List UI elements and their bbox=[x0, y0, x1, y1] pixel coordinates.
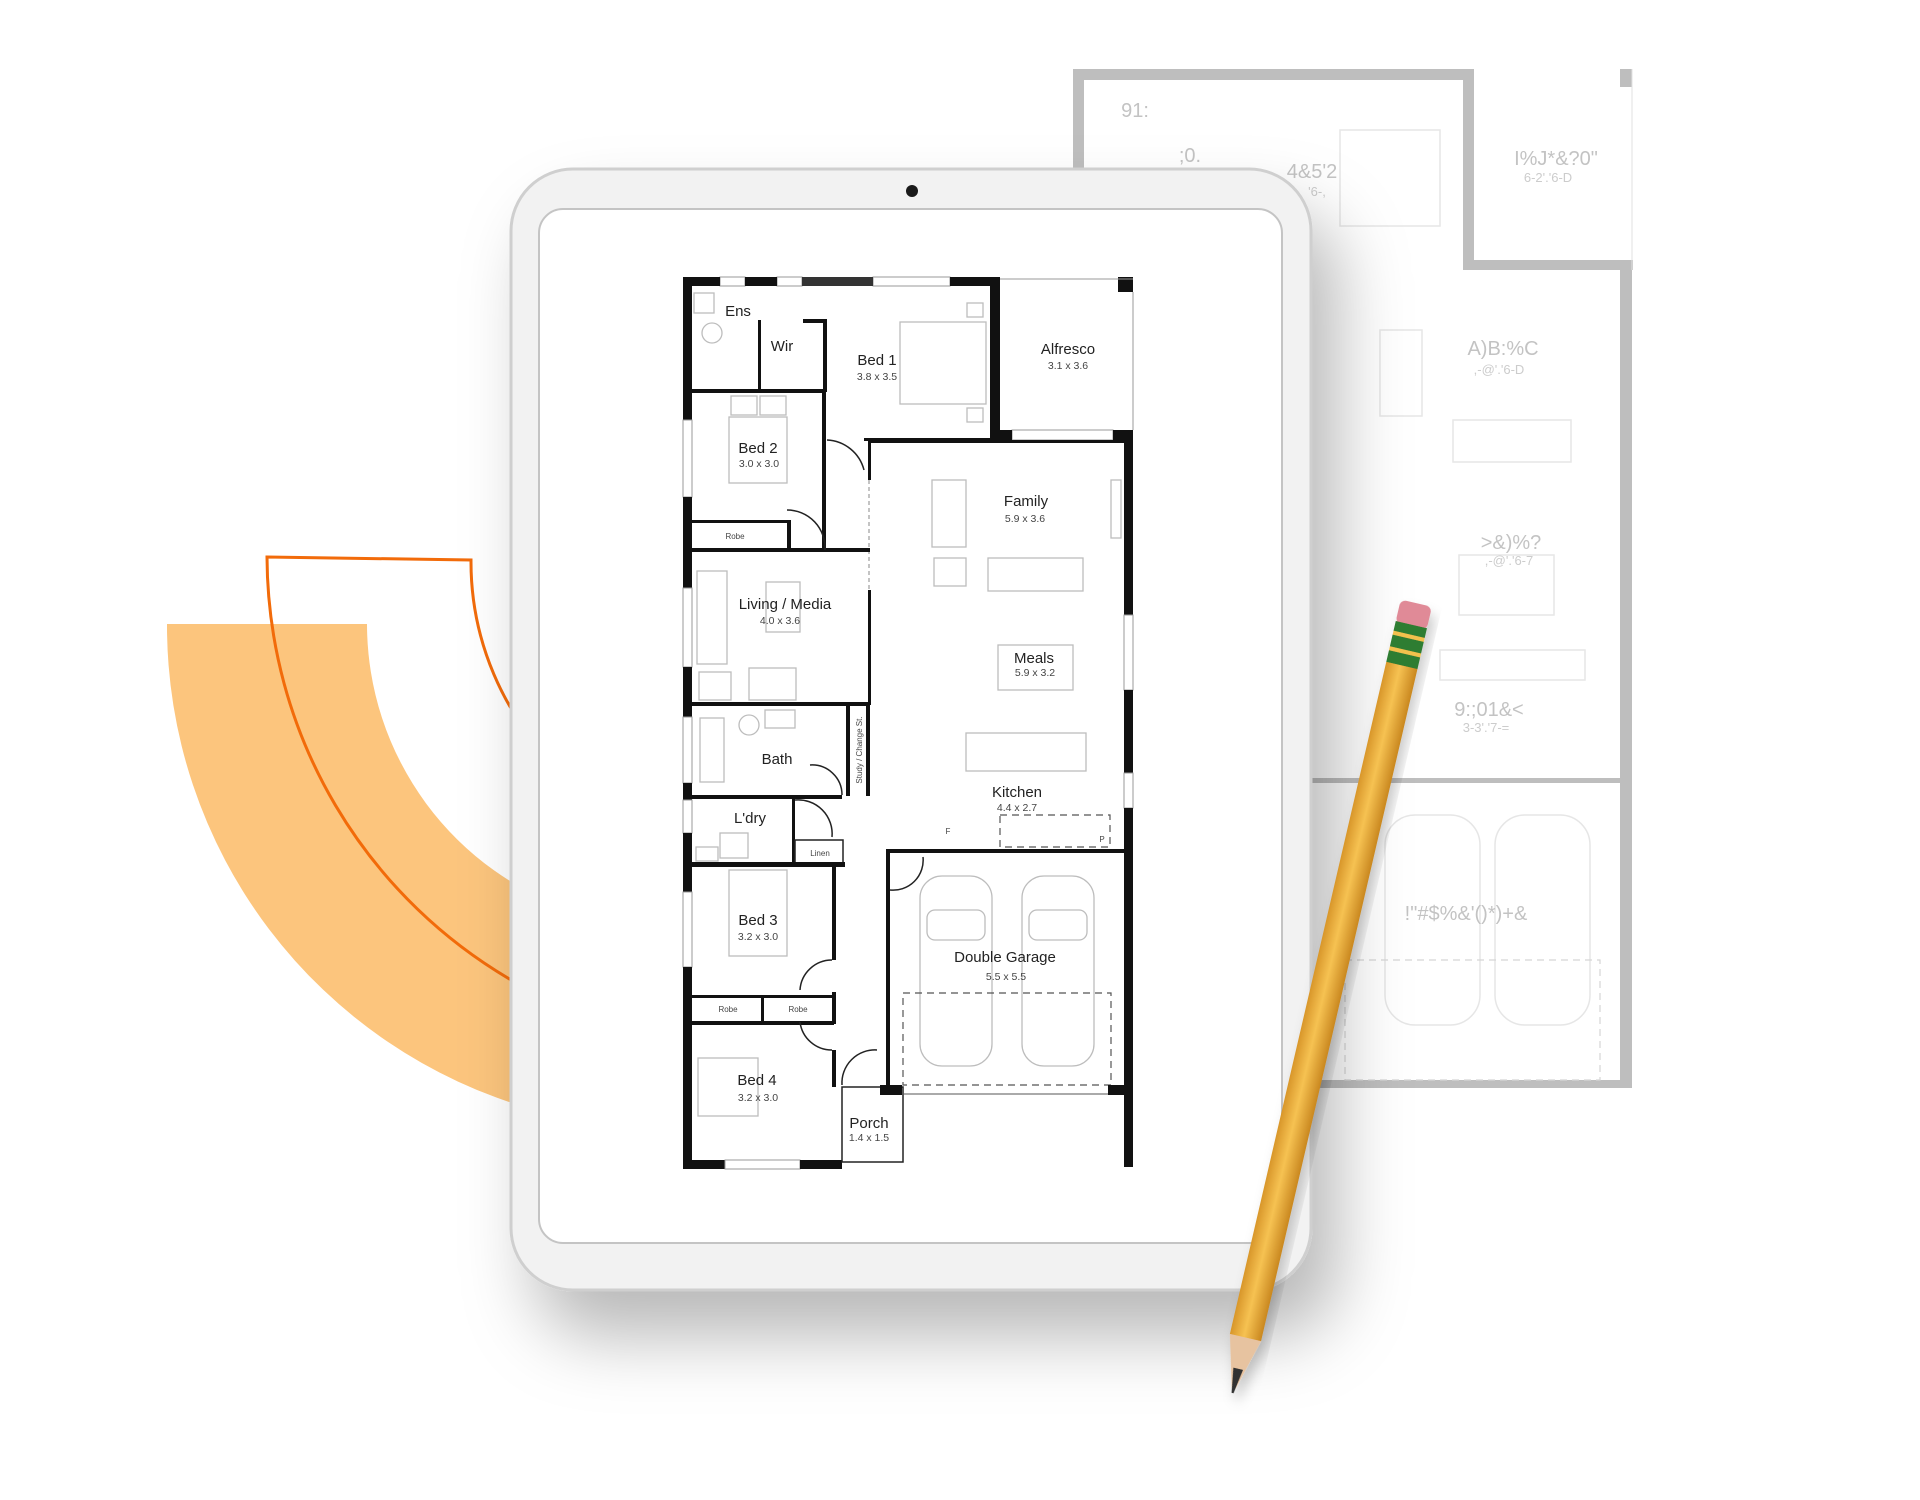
bg-label: ,-@'.'6-D bbox=[1474, 362, 1525, 377]
room-label-ens: Ens bbox=[725, 303, 751, 320]
bg-label: I%J*&?0" bbox=[1514, 148, 1598, 170]
room-label-study: Study / Change St. bbox=[855, 716, 864, 783]
room-label-bed1: Bed 1 bbox=[857, 352, 896, 369]
tablet bbox=[509, 167, 1313, 1292]
fridge-label: F bbox=[946, 827, 951, 836]
room-label-living: Living / Media bbox=[739, 596, 832, 613]
room-label-garage: Double Garage bbox=[954, 949, 1056, 966]
illustration: 91: ;0. 4&5'2 '6-, I%J*&?0" 6-2'.'6-D A)… bbox=[166, 69, 1633, 1394]
room-label-wir: Wir bbox=[771, 338, 794, 355]
room-label-bed3: Bed 3 bbox=[738, 912, 777, 929]
room-dims-bed1: 3.8 x 3.5 bbox=[857, 371, 897, 383]
room-dims-bed2: 3.0 x 3.0 bbox=[739, 458, 779, 470]
room-dims-bed3: 3.2 x 3.0 bbox=[738, 931, 778, 943]
room-label-alfresco: Alfresco bbox=[1041, 341, 1095, 358]
room-label-bed4: Bed 4 bbox=[737, 1072, 776, 1089]
room-dims-alfresco: 3.1 x 3.6 bbox=[1048, 360, 1088, 372]
room-label-robe: Robe bbox=[788, 1005, 808, 1014]
room-label-meals: Meals bbox=[1014, 650, 1054, 667]
bg-label: A)B:%C bbox=[1467, 338, 1538, 360]
bg-label: 9:;01&< bbox=[1454, 699, 1524, 721]
bg-label: !"#$%&'()*)+& bbox=[1405, 903, 1528, 925]
room-label-laundry: L'dry bbox=[734, 810, 767, 827]
room-label-porch: Porch bbox=[849, 1115, 888, 1132]
room-label-robe: Robe bbox=[718, 1005, 738, 1014]
room-dims-meals: 5.9 x 3.2 bbox=[1015, 667, 1055, 679]
room-dims-family: 5.9 x 3.6 bbox=[1005, 513, 1045, 525]
room-dims-kitchen: 4.4 x 2.7 bbox=[997, 802, 1037, 814]
room-label-bed2: Bed 2 bbox=[738, 440, 777, 457]
bg-label: >&)%? bbox=[1481, 532, 1542, 554]
bg-label: ,-@'.'6-7 bbox=[1485, 553, 1534, 568]
tablet-screen bbox=[538, 208, 1283, 1244]
bg-label: ;0. bbox=[1179, 145, 1201, 167]
bg-label: '6-, bbox=[1308, 184, 1326, 199]
pantry-label: P bbox=[1099, 835, 1104, 844]
room-dims-porch: 1.4 x 1.5 bbox=[849, 1132, 889, 1144]
bg-label: 6-2'.'6-D bbox=[1524, 170, 1572, 185]
room-label-robe: Robe bbox=[725, 532, 745, 541]
room-dims-bed4: 3.2 x 3.0 bbox=[738, 1092, 778, 1104]
room-label-kitchen: Kitchen bbox=[992, 784, 1042, 801]
room-dims-garage: 5.5 x 5.5 bbox=[986, 971, 1026, 983]
bg-label: 4&5'2 bbox=[1287, 161, 1338, 183]
bg-label: 3-3'.'7-= bbox=[1463, 720, 1510, 735]
room-label-linen: Linen bbox=[810, 849, 830, 858]
bg-label: 91: bbox=[1121, 100, 1149, 122]
room-dims-living: 4.0 x 3.6 bbox=[760, 615, 800, 627]
camera-icon bbox=[906, 185, 918, 197]
room-label-family: Family bbox=[1004, 493, 1049, 510]
room-label-bath: Bath bbox=[762, 751, 793, 768]
